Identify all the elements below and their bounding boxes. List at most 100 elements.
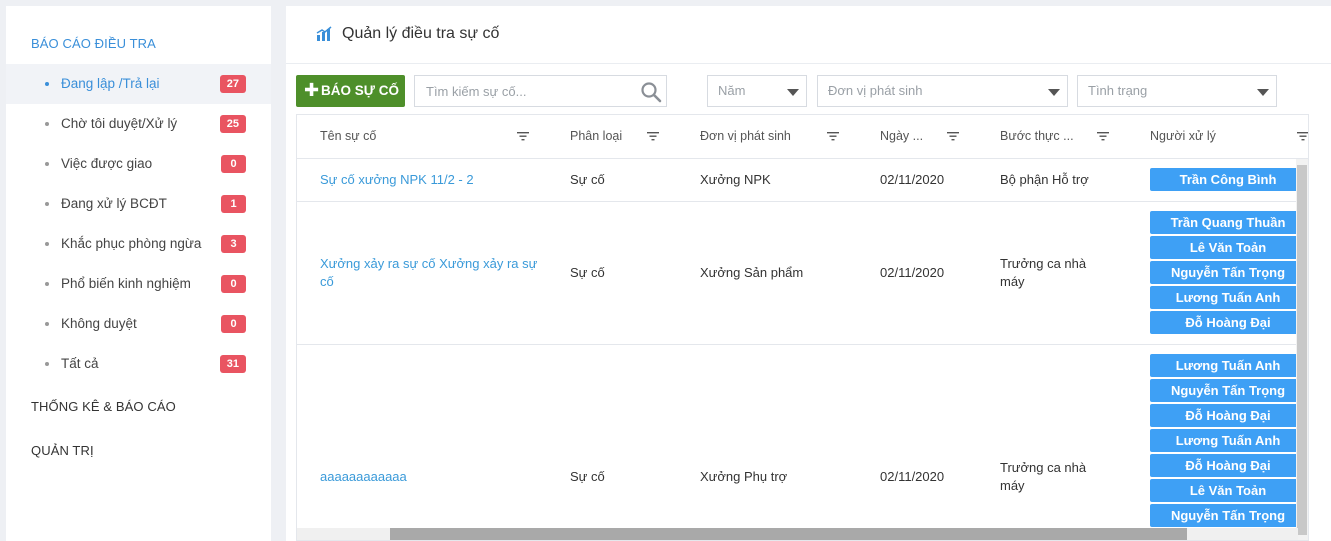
status-select[interactable]: Tình trạng bbox=[1077, 75, 1277, 107]
column-header-step[interactable]: Bước thực ... bbox=[1000, 115, 1074, 159]
handler-chip[interactable]: Nguyễn Tấn Trọng bbox=[1150, 261, 1306, 284]
report-incident-label: BÁO SỰ CỐ bbox=[321, 83, 399, 98]
count-badge: 0 bbox=[221, 155, 246, 173]
sidebar: BÁO CÁO ĐIỀU TRA Đang lập /Trả lại 27 Ch… bbox=[6, 6, 271, 541]
bullet-icon bbox=[45, 202, 49, 206]
sidebar-item-label: Khắc phục phòng ngừa bbox=[61, 236, 202, 251]
bar-chart-icon bbox=[316, 26, 332, 41]
sidebar-item-label: Phổ biến kinh nghiệm bbox=[61, 276, 191, 291]
count-badge: 0 bbox=[221, 315, 246, 333]
sidebar-item-all[interactable]: Tất cả 31 bbox=[6, 344, 271, 384]
bullet-icon bbox=[45, 122, 49, 126]
year-select[interactable]: Năm bbox=[707, 75, 807, 107]
handler-list: Trần Công Bình bbox=[1150, 168, 1307, 193]
plus-icon: ✚ bbox=[304, 80, 320, 100]
bullet-icon bbox=[45, 162, 49, 166]
unit-select-value: Đơn vị phát sinh bbox=[828, 83, 923, 98]
handler-chip[interactable]: Nguyễn Tấn Trọng bbox=[1150, 504, 1306, 527]
sidebar-item-label: Việc được giao bbox=[61, 156, 153, 171]
filter-icon[interactable] bbox=[1297, 131, 1309, 141]
sidebar-item-rejected[interactable]: Không duyệt 0 bbox=[6, 304, 271, 344]
unit-select[interactable]: Đơn vị phát sinh bbox=[817, 75, 1068, 107]
sidebar-item-label: Đang xử lý BCĐT bbox=[61, 196, 167, 211]
filter-icon[interactable] bbox=[827, 131, 839, 141]
bullet-icon bbox=[45, 282, 49, 286]
incident-date: 02/11/2020 bbox=[880, 172, 945, 187]
bullet-icon bbox=[45, 242, 49, 246]
sidebar-item-prevention[interactable]: Khắc phục phòng ngừa 3 bbox=[6, 224, 271, 264]
status-select-value: Tình trạng bbox=[1088, 83, 1148, 98]
sidebar-item-label: Đang lập /Trả lại bbox=[61, 76, 160, 91]
year-select-value: Năm bbox=[718, 83, 746, 98]
handler-chip[interactable]: Đỗ Hoàng Đại bbox=[1150, 404, 1306, 427]
vertical-scrollbar-thumb[interactable] bbox=[1297, 165, 1307, 535]
incident-step: Trưởng ca nhà máy bbox=[1000, 460, 1087, 493]
handler-chip[interactable]: Trần Quang Thuần bbox=[1150, 211, 1306, 234]
search-icon[interactable] bbox=[640, 81, 662, 103]
report-incident-button[interactable]: ✚ BÁO SỰ CỐ bbox=[296, 75, 405, 107]
handler-list: Trần Quang Thuần Lê Văn Toản Nguyễn Tấn … bbox=[1150, 211, 1307, 336]
incident-step: Bộ phận Hỗ trợ bbox=[1000, 172, 1089, 187]
column-header-date[interactable]: Ngày ... bbox=[880, 115, 923, 159]
caret-down-icon bbox=[787, 89, 799, 96]
handler-chip[interactable]: Lương Tuấn Anh bbox=[1150, 354, 1306, 377]
column-header-handler[interactable]: Người xử lý bbox=[1150, 115, 1216, 159]
incident-name-link[interactable]: Xưởng xảy ra sự cố Xưởng xảy ra sự cố bbox=[320, 255, 540, 291]
horizontal-scrollbar[interactable] bbox=[297, 528, 1298, 540]
table-row[interactable]: Sự cố xưởng NPK 11/2 - 2 Sự cố Xưởng NPK… bbox=[297, 159, 1308, 202]
handler-chip[interactable]: Trần Công Bình bbox=[1150, 168, 1306, 191]
filter-icon[interactable] bbox=[647, 131, 659, 141]
sidebar-section-stats[interactable]: THỐNG KÊ & BÁO CÁO bbox=[31, 399, 176, 414]
count-badge: 27 bbox=[219, 75, 246, 93]
incident-name-link[interactable]: aaaaaaaaaaaa bbox=[320, 468, 407, 486]
sidebar-item-lessons[interactable]: Phổ biến kinh nghiệm 0 bbox=[6, 264, 271, 304]
sidebar-item-label: Tất cả bbox=[61, 356, 99, 371]
incident-date: 02/11/2020 bbox=[880, 469, 945, 484]
handler-chip[interactable]: Đỗ Hoàng Đại bbox=[1150, 454, 1306, 477]
incident-type: Sự cố bbox=[570, 265, 605, 280]
table-header: Tên sự cố Phân loại Đơn vị phát sinh Ngà… bbox=[297, 115, 1309, 159]
sidebar-section-report[interactable]: BÁO CÁO ĐIỀU TRA bbox=[31, 36, 156, 51]
incident-table: Tên sự cố Phân loại Đơn vị phát sinh Ngà… bbox=[296, 114, 1309, 541]
incident-type: Sự cố bbox=[570, 172, 605, 187]
bullet-icon bbox=[45, 322, 49, 326]
incident-type: Sự cố bbox=[570, 469, 605, 484]
filter-icon[interactable] bbox=[947, 131, 959, 141]
table-row[interactable]: Xưởng xảy ra sự cố Xưởng xảy ra sự cố Sự… bbox=[297, 202, 1308, 345]
caret-down-icon bbox=[1257, 89, 1269, 96]
count-badge: 3 bbox=[221, 235, 246, 253]
column-header-type[interactable]: Phân loại bbox=[570, 115, 622, 159]
sidebar-item-label: Chờ tôi duyệt/Xử lý bbox=[61, 116, 178, 131]
table-row[interactable]: aaaaaaaaaaaa Sự cố Xưởng Phụ trợ 02/11/2… bbox=[297, 345, 1308, 540]
column-header-name[interactable]: Tên sự cố bbox=[320, 115, 376, 159]
horizontal-scrollbar-thumb[interactable] bbox=[390, 528, 1187, 540]
filter-icon[interactable] bbox=[1097, 131, 1109, 141]
handler-chip[interactable]: Lương Tuấn Anh bbox=[1150, 429, 1306, 452]
handler-chip[interactable]: Lê Văn Toản bbox=[1150, 236, 1306, 259]
count-badge: 1 bbox=[221, 195, 246, 213]
caret-down-icon bbox=[1048, 89, 1060, 96]
sidebar-item-processing[interactable]: Đang xử lý BCĐT 1 bbox=[6, 184, 271, 224]
count-badge: 31 bbox=[219, 355, 246, 373]
incident-step: Trưởng ca nhà máy bbox=[1000, 256, 1087, 289]
search-input[interactable] bbox=[415, 76, 635, 106]
handler-chip[interactable]: Đỗ Hoàng Đại bbox=[1150, 311, 1306, 334]
incident-name-link[interactable]: Sự cố xưởng NPK 11/2 - 2 bbox=[320, 171, 474, 189]
sidebar-item-drafting[interactable]: Đang lập /Trả lại 27 bbox=[6, 64, 271, 104]
incident-unit: Xưởng NPK bbox=[700, 172, 771, 187]
handler-list: Lương Tuấn Anh Nguyễn Tấn Trọng Đỗ Hoàng… bbox=[1150, 354, 1307, 529]
handler-chip[interactable]: Lê Văn Toản bbox=[1150, 479, 1306, 502]
bullet-icon bbox=[45, 362, 49, 366]
count-badge: 25 bbox=[219, 115, 246, 133]
sidebar-item-assigned[interactable]: Việc được giao 0 bbox=[6, 144, 271, 184]
sidebar-item-pending-approval[interactable]: Chờ tôi duyệt/Xử lý 25 bbox=[6, 104, 271, 144]
vertical-scrollbar[interactable] bbox=[1296, 159, 1308, 540]
handler-chip[interactable]: Nguyễn Tấn Trọng bbox=[1150, 379, 1306, 402]
handler-chip[interactable]: Lương Tuấn Anh bbox=[1150, 286, 1306, 309]
column-header-unit[interactable]: Đơn vị phát sinh bbox=[700, 115, 791, 159]
filter-icon[interactable] bbox=[517, 131, 529, 141]
incident-unit: Xưởng Sản phẩm bbox=[700, 265, 804, 280]
incident-date: 02/11/2020 bbox=[880, 265, 945, 280]
sidebar-section-admin[interactable]: QUẢN TRỊ bbox=[31, 443, 94, 458]
bullet-icon bbox=[45, 82, 49, 86]
